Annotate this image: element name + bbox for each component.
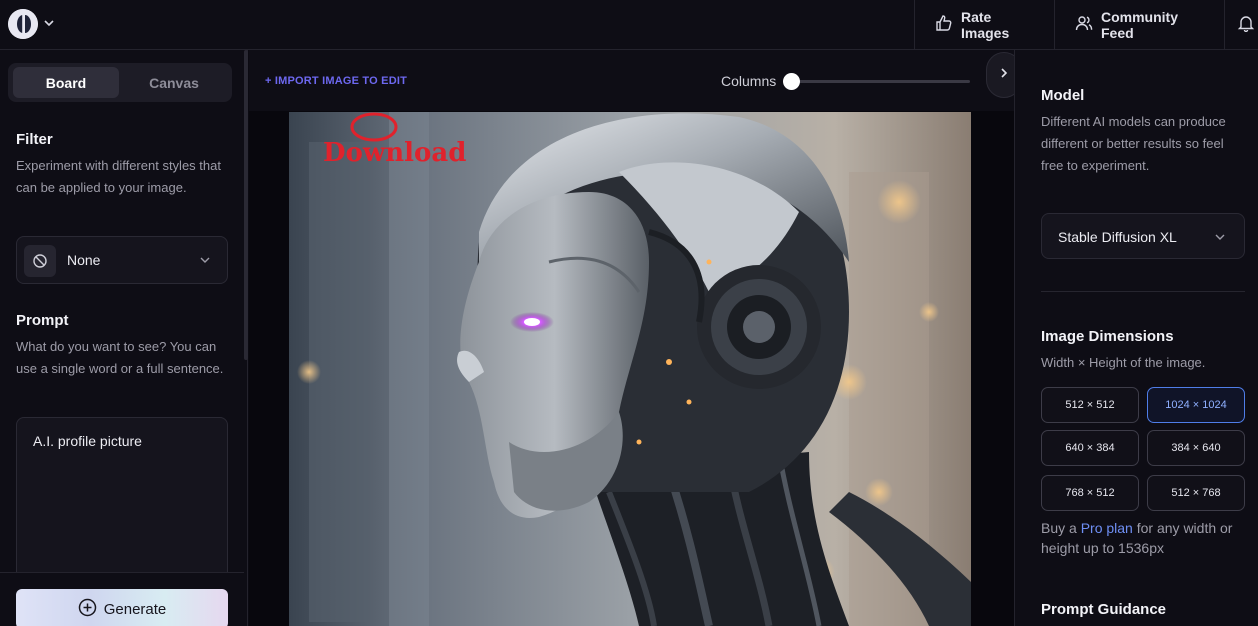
annotation-circle [350,112,398,142]
plus-circle-icon [78,598,97,621]
view-toggle: Board Canvas [8,63,232,102]
columns-slider-track[interactable] [792,80,970,83]
columns-label: Columns [721,73,777,89]
left-scrollbar[interactable] [244,50,248,360]
dimension-option[interactable]: 640 × 384 [1041,430,1139,466]
right-sidebar: Model Different AI models can produce di… [1014,50,1258,626]
model-description: Different AI models can produce differen… [1041,114,1226,173]
dimension-option[interactable]: 384 × 640 [1147,430,1245,466]
pro-note-prefix: Buy a [1041,520,1081,536]
pro-plan-note: Buy a Pro plan for any width or height u… [1041,518,1246,558]
pro-plan-link[interactable]: Pro plan [1081,520,1133,536]
tab-canvas[interactable]: Canvas [121,67,227,98]
divider [1041,291,1245,292]
top-bar: Rate Images Community Feed [0,0,1258,50]
rate-images-label: Rate Images [961,8,1010,41]
filter-value: None [67,252,101,268]
chevron-down-icon [1214,230,1226,248]
generate-label: Generate [103,600,167,618]
dimensions-title: Image Dimensions [1041,328,1174,345]
model-select[interactable]: Stable Diffusion XL [1041,213,1245,259]
notifications-button[interactable] [1224,0,1258,49]
generate-button[interactable]: Generate [16,589,228,626]
board-toolbar: + IMPORT IMAGE TO EDIT Columns [249,50,1022,111]
bell-icon [1237,14,1255,35]
left-sidebar: Board Canvas Filter Experiment with diff… [0,50,248,626]
no-filter-icon [24,245,56,277]
model-title: Model [1041,87,1085,104]
users-icon [1075,14,1093,35]
community-feed-label: Community Feed [1101,8,1178,41]
community-feed-button[interactable]: Community Feed [1054,0,1225,49]
dimensions-description: Width × Height of the image. [1041,355,1206,370]
generated-image[interactable]: Download [289,112,971,626]
dimension-option[interactable]: 512 × 512 [1041,387,1139,423]
import-image-link[interactable]: + IMPORT IMAGE TO EDIT [265,75,407,87]
model-value: Stable Diffusion XL [1058,229,1177,245]
dimension-option[interactable]: 512 × 768 [1147,475,1245,511]
download-annotation-label: Download [323,138,467,168]
chevron-down-icon[interactable] [43,16,55,34]
prompt-description: What do you want to see? You can use a s… [16,339,224,376]
prompt-input[interactable]: A.I. profile picture [16,417,228,587]
thumbs-up-icon [935,14,953,35]
board-area: + IMPORT IMAGE TO EDIT Columns Download [249,50,1022,626]
rate-images-button[interactable]: Rate Images [914,0,1055,49]
filter-select[interactable]: None [16,236,228,284]
app-logo-icon[interactable] [8,9,38,39]
generate-area: Generate [0,572,244,626]
dimension-option[interactable]: 768 × 512 [1041,475,1139,511]
columns-slider-thumb[interactable] [783,73,800,90]
tab-board[interactable]: Board [13,67,119,98]
filter-description: Experiment with different styles that ca… [16,158,221,195]
chevron-down-icon [199,253,211,271]
prompt-guidance-title: Prompt Guidance [1041,601,1167,618]
prompt-title: Prompt [16,312,69,329]
chevron-right-icon [998,66,1010,84]
filter-title: Filter [16,131,53,148]
dimension-option-selected[interactable]: 1024 × 1024 [1147,387,1245,423]
